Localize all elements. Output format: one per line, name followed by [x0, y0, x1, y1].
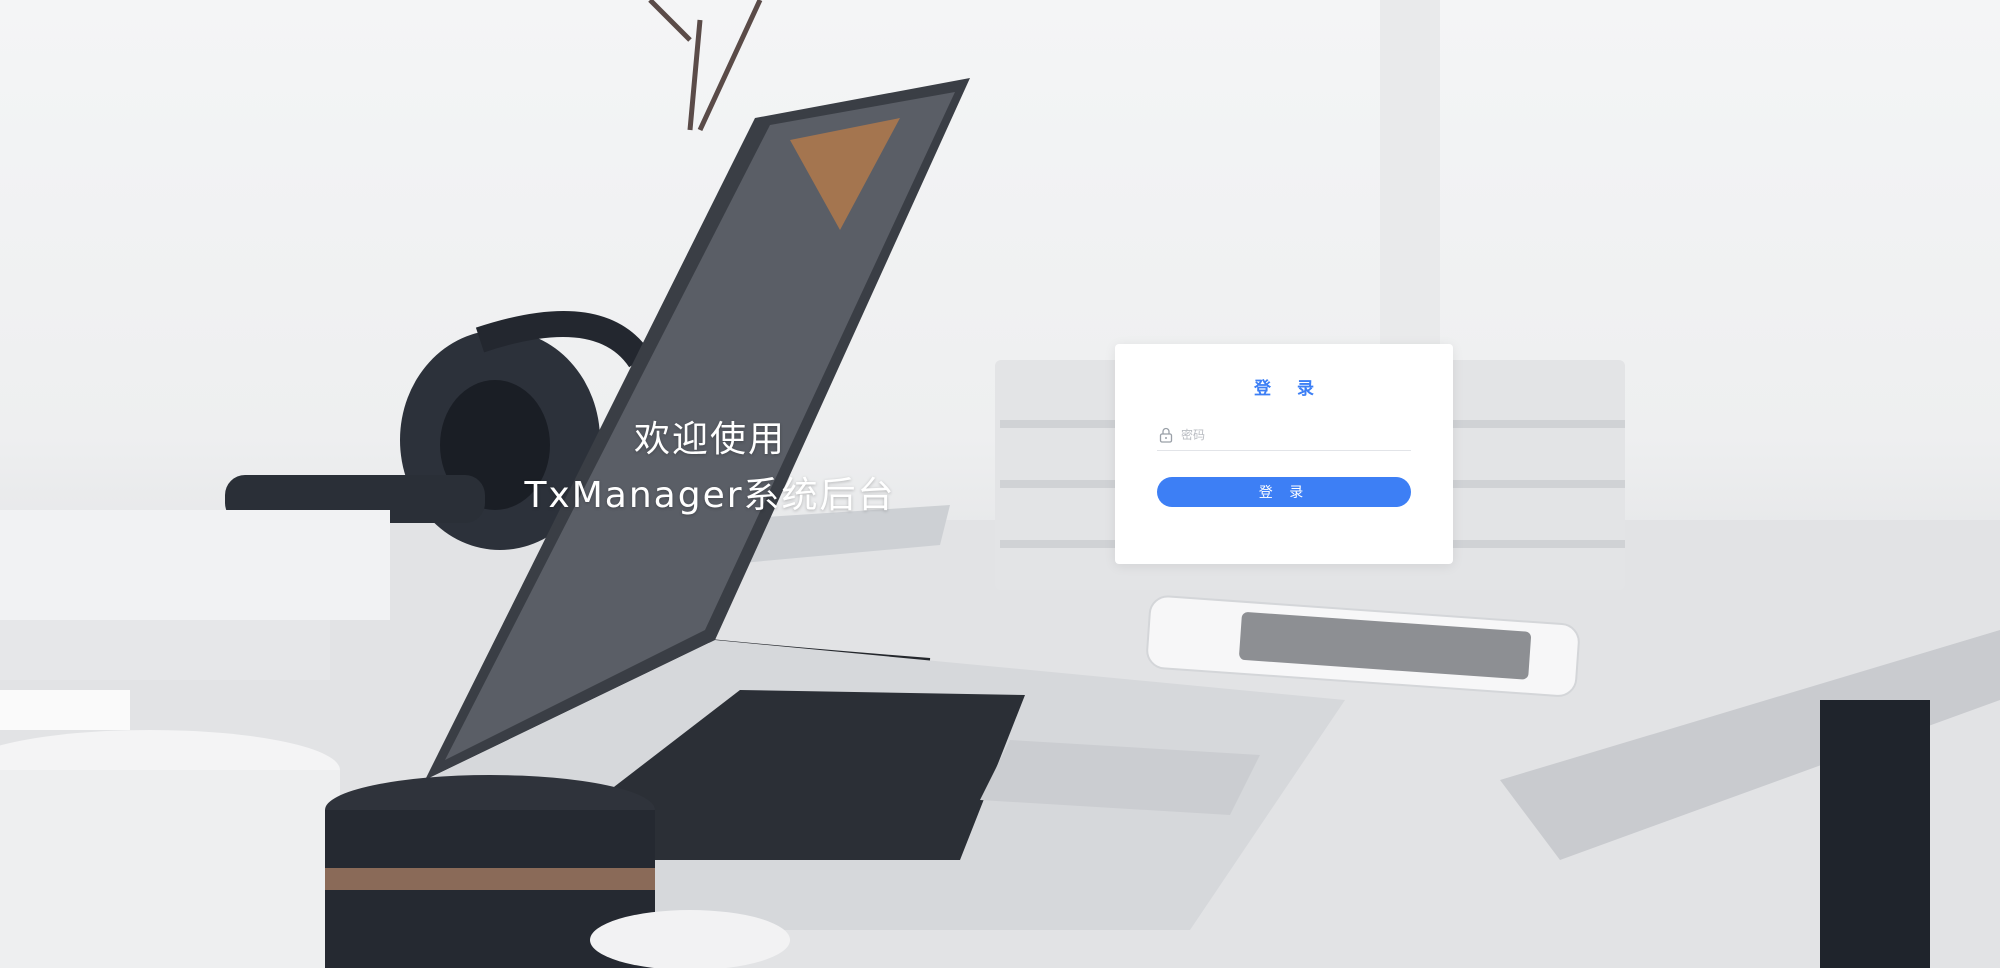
plant-stem	[648, 0, 763, 132]
login-page: 欢迎使用 TxManager系统后台 登 录 登 录	[0, 0, 2000, 968]
welcome-line-1: 欢迎使用	[633, 419, 786, 460]
book-stack-left	[0, 510, 390, 620]
lock-icon	[1157, 426, 1175, 444]
password-input[interactable]	[1181, 423, 1401, 447]
login-card: 登 录 登 录	[1115, 344, 1453, 564]
desk-leg	[1820, 700, 1930, 968]
login-button[interactable]: 登 录	[1157, 477, 1411, 507]
welcome-text: 欢迎使用 TxManager系统后台	[500, 412, 920, 524]
password-field-row	[1157, 420, 1411, 451]
welcome-line-2: TxManager系统后台	[524, 475, 896, 516]
login-title: 登 录	[1254, 379, 1324, 399]
background-photo	[0, 0, 2000, 968]
